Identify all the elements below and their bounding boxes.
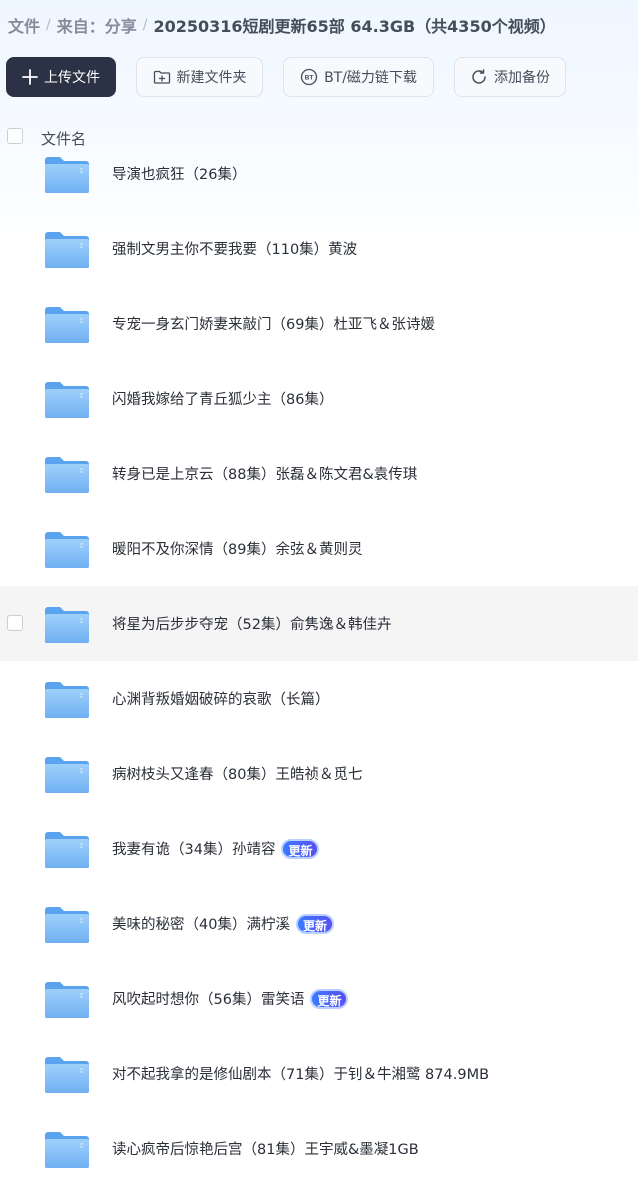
- breadcrumb-separator: /: [46, 17, 51, 33]
- bt-icon: BT: [300, 68, 318, 86]
- folder-icon: [44, 1056, 90, 1094]
- folder-icon: [44, 531, 90, 569]
- file-name[interactable]: 导演也疯狂（26集）: [112, 163, 246, 184]
- file-name[interactable]: 转身已是上京云（88集）张磊＆陈文君&袁传琪: [112, 463, 417, 484]
- update-badge: 更新: [281, 838, 320, 859]
- folder-icon: [44, 756, 90, 794]
- file-name[interactable]: 将星为后步步夺宠（52集）俞隽逸＆韩佳卉: [112, 613, 391, 634]
- file-name[interactable]: 专宠一身玄门娇妻来敲门（69集）杜亚飞＆张诗媛: [112, 313, 435, 334]
- breadcrumb-files[interactable]: 文件: [8, 13, 40, 37]
- file-name-text: 心渊背叛婚姻破碎的哀歌（长篇）: [112, 692, 330, 708]
- file-name-text: 读心疯帝后惊艳后宫（81集）王宇威&墨凝1GB: [112, 1142, 419, 1158]
- file-name[interactable]: 闪婚我嫁给了青丘狐少主（86集）: [112, 388, 333, 409]
- file-row[interactable]: 病树枝头又逢春（80集）王皓祯＆觅七: [0, 736, 638, 811]
- file-row[interactable]: 暖阳不及你深情（89集）余弦＆黄则灵: [0, 511, 638, 586]
- file-name[interactable]: 我妻有诡（34集）孙靖容 更新: [112, 838, 320, 859]
- file-row[interactable]: 将星为后步步夺宠（52集）俞隽逸＆韩佳卉: [0, 586, 638, 661]
- row-checkbox[interactable]: [7, 615, 23, 631]
- file-row[interactable]: 心渊背叛婚姻破碎的哀歌（长篇）: [0, 661, 638, 736]
- new-folder-button[interactable]: 新建文件夹: [136, 57, 263, 97]
- file-name[interactable]: 读心疯帝后惊艳后宫（81集）王宇威&墨凝1GB: [112, 1138, 419, 1159]
- file-row[interactable]: 读心疯帝后惊艳后宫（81集）王宇威&墨凝1GB: [0, 1111, 638, 1186]
- upload-button[interactable]: 上传文件: [6, 57, 116, 97]
- file-name-text: 美味的秘密（40集）满柠溪: [112, 917, 290, 933]
- file-name-text: 暖阳不及你深情（89集）余弦＆黄则灵: [112, 542, 363, 558]
- upload-button-label: 上传文件: [44, 70, 100, 86]
- file-name[interactable]: 强制文男主你不要我要（110集）黄波: [112, 238, 357, 259]
- folder-icon: [44, 906, 90, 944]
- file-name-text: 强制文男主你不要我要（110集）黄波: [112, 242, 358, 258]
- add-backup-button[interactable]: 添加备份: [454, 57, 566, 97]
- breadcrumb: 文件 / 来自：分享 / 20250316短剧更新65部 64.3GB（共435…: [8, 14, 556, 36]
- folder-icon: [44, 1131, 90, 1169]
- breadcrumb-separator: /: [142, 17, 148, 33]
- file-list: 导演也疯狂（26集） 强制文男主你不要我要（110集）黄波 专宠一身玄门娇妻来敲…: [0, 136, 638, 1186]
- file-name-text: 专宠一身玄门娇妻来敲门（69集）杜亚飞＆张诗媛: [112, 317, 435, 333]
- file-row[interactable]: 闪婚我嫁给了青丘狐少主（86集）: [0, 361, 638, 436]
- bt-magnet-download-button[interactable]: BT BT/磁力链下载: [283, 57, 434, 97]
- svg-text:BT: BT: [305, 75, 314, 82]
- file-name-text: 对不起我拿的是修仙剧本（71集）于钊＆牛湘鹭 874.9MB: [112, 1067, 490, 1083]
- folder-icon: [44, 456, 90, 494]
- file-row[interactable]: 强制文男主你不要我要（110集）黄波: [0, 211, 638, 286]
- file-name-text: 转身已是上京云（88集）张磊＆陈文君&袁传琪: [112, 467, 418, 483]
- file-name[interactable]: 美味的秘密（40集）满柠溪 更新: [112, 913, 334, 934]
- file-name[interactable]: 暖阳不及你深情（89集）余弦＆黄则灵: [112, 538, 362, 559]
- folder-icon: [44, 156, 90, 194]
- folder-icon: [44, 381, 90, 419]
- update-badge: 更新: [295, 913, 334, 934]
- breadcrumb-current-folder: 20250316短剧更新65部 64.3GB（共4350个视频）: [153, 17, 556, 36]
- folder-icon: [44, 306, 90, 344]
- file-row[interactable]: 对不起我拿的是修仙剧本（71集）于钊＆牛湘鹭 874.9MB: [0, 1036, 638, 1111]
- file-name[interactable]: 风吹起时想你（56集）雷笑语 更新: [112, 988, 349, 1009]
- file-row[interactable]: 美味的秘密（40集）满柠溪 更新: [0, 886, 638, 961]
- new-folder-button-label: 新建文件夹: [176, 70, 247, 86]
- backup-button-label: 添加备份: [494, 70, 550, 86]
- file-name-text: 风吹起时想你（56集）雷笑语: [112, 992, 305, 1008]
- new-folder-icon: [153, 69, 171, 85]
- folder-icon: [44, 231, 90, 269]
- file-row[interactable]: 专宠一身玄门娇妻来敲门（69集）杜亚飞＆张诗媛: [0, 286, 638, 361]
- file-name-text: 我妻有诡（34集）孙靖容: [112, 842, 276, 858]
- file-name-text: 病树枝头又逢春（80集）王皓祯＆觅七: [112, 767, 363, 783]
- file-name[interactable]: 病树枝头又逢春（80集）王皓祯＆觅七: [112, 763, 362, 784]
- folder-icon: [44, 681, 90, 719]
- plus-icon: [22, 69, 38, 85]
- file-name[interactable]: 对不起我拿的是修仙剧本（71集）于钊＆牛湘鹭 874.9MB: [112, 1063, 489, 1084]
- file-row[interactable]: 风吹起时想你（56集）雷笑语 更新: [0, 961, 638, 1036]
- file-name-text: 闪婚我嫁给了青丘狐少主（86集）: [112, 392, 334, 408]
- file-name-text: 导演也疯狂（26集）: [112, 167, 247, 183]
- folder-icon: [44, 831, 90, 869]
- update-badge: 更新: [310, 988, 349, 1009]
- file-name-text: 将星为后步步夺宠（52集）俞隽逸＆韩佳卉: [112, 617, 392, 633]
- breadcrumb-shared[interactable]: 来自：分享: [57, 13, 137, 37]
- backup-sync-icon: [470, 68, 488, 86]
- file-row[interactable]: 转身已是上京云（88集）张磊＆陈文君&袁传琪: [0, 436, 638, 511]
- folder-icon: [44, 981, 90, 1019]
- file-row[interactable]: 导演也疯狂（26集）: [0, 136, 638, 211]
- file-row[interactable]: 我妻有诡（34集）孙靖容 更新: [0, 811, 638, 886]
- bt-button-label: BT/磁力链下载: [324, 70, 417, 86]
- folder-icon: [44, 606, 90, 644]
- file-name[interactable]: 心渊背叛婚姻破碎的哀歌（长篇）: [112, 688, 330, 709]
